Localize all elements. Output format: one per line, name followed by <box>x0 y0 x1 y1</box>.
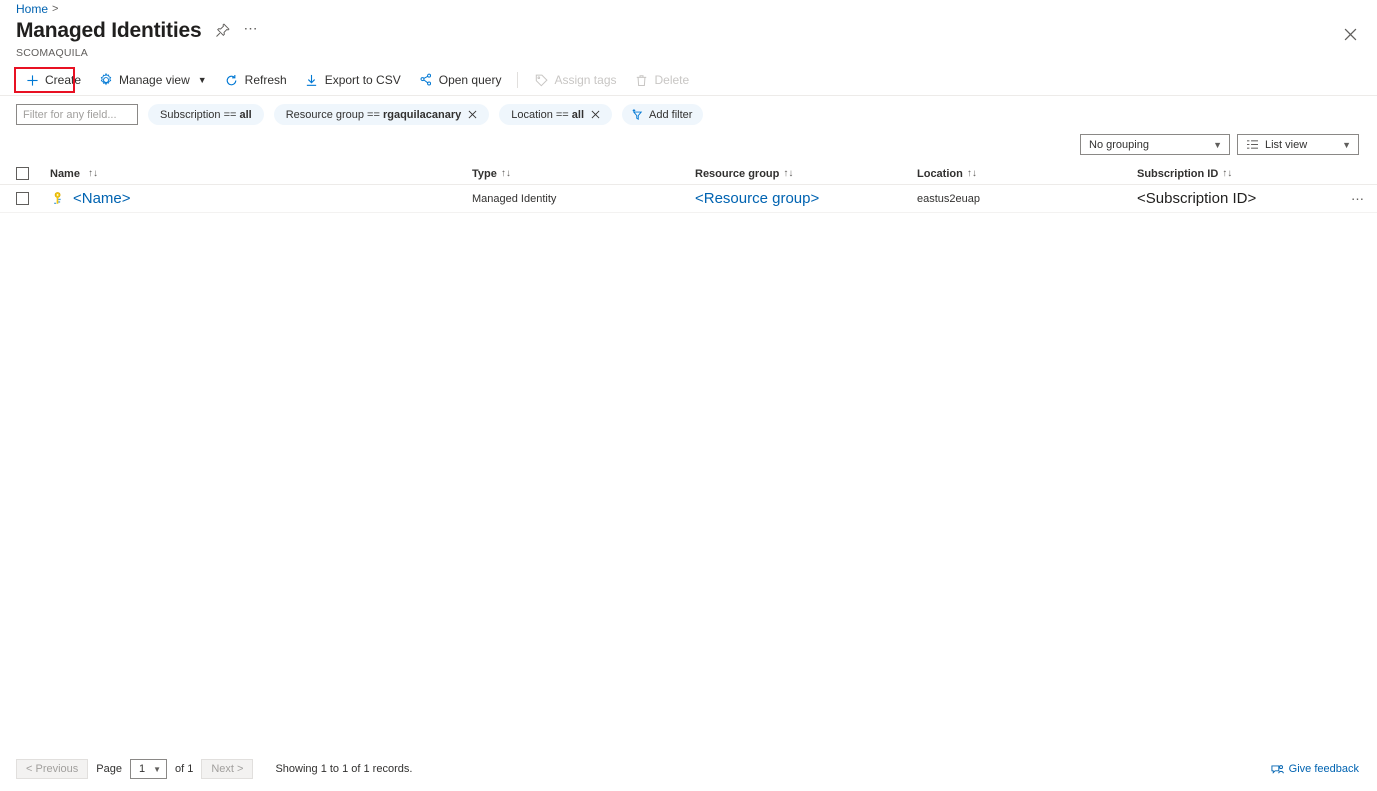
column-header-type[interactable]: Type ↑↓ <box>472 168 695 180</box>
assign-tags-button: Assign tags <box>525 70 625 90</box>
pagination-controls: < Previous Page 1 ▼ of 1 Next > Showing … <box>16 759 412 779</box>
page-subtitle: SCOMAQUILA <box>16 47 89 59</box>
column-header-name[interactable]: Name ↑↓ <box>16 167 472 180</box>
chevron-down-icon: ▼ <box>153 764 161 774</box>
give-feedback-label: Give feedback <box>1288 763 1359 775</box>
managed-identities-blade: Home > Managed Identities ⋯ SCOMAQUILA C… <box>0 0 1377 791</box>
refresh-icon <box>225 73 239 87</box>
create-button[interactable]: Create <box>16 70 90 90</box>
records-summary: Showing 1 to 1 of 1 records. <box>275 763 413 775</box>
filter-bar: Subscription == all Resource group == rg… <box>16 104 704 125</box>
toolbar-divider <box>517 72 519 88</box>
command-bar: Create Manage view ▼ Refresh Export to C… <box>0 68 1377 92</box>
more-ellipsis-icon[interactable]: ⋯ <box>243 21 258 41</box>
table-header-row: Name ↑↓ Type ↑↓ Resource group ↑↓ Locati… <box>0 163 1377 185</box>
column-header-subscription-id[interactable]: Subscription ID ↑↓ <box>1137 168 1377 180</box>
next-page-button: Next > <box>201 759 254 779</box>
refresh-label: Refresh <box>244 73 287 87</box>
filter-pill-subscription[interactable]: Subscription == all <box>148 104 264 125</box>
add-filter-label: Add filter <box>649 108 693 121</box>
page-number-select[interactable]: 1 ▼ <box>129 759 167 779</box>
page-label: Page <box>96 763 122 775</box>
resource-table: Name ↑↓ Type ↑↓ Resource group ↑↓ Locati… <box>0 163 1377 213</box>
previous-page-button: < Previous <box>16 759 89 779</box>
breadcrumb: Home > <box>16 2 58 16</box>
query-graph-icon <box>419 73 433 87</box>
list-view-icon <box>1246 139 1259 150</box>
row-resource-group-link[interactable]: <Resource group> <box>695 190 819 207</box>
chevron-down-icon: ▼ <box>1213 139 1222 150</box>
give-feedback-link[interactable]: Give feedback <box>1271 763 1359 776</box>
close-icon[interactable] <box>1341 25 1359 43</box>
add-filter-funnel-icon <box>631 108 644 121</box>
sort-arrows-icon: ↑↓ <box>966 168 977 179</box>
plus-icon <box>25 73 39 87</box>
chevron-down-icon: ▼ <box>1342 139 1351 150</box>
list-view-select[interactable]: List view ▼ <box>1237 134 1359 155</box>
create-label: Create <box>45 73 82 87</box>
table-row[interactable]: <Name> Managed Identity <Resource group>… <box>0 185 1377 213</box>
tag-icon <box>534 73 548 87</box>
view-controls: No grouping ▼ List view ▼ <box>1080 134 1359 155</box>
row-type: Managed Identity <box>472 192 557 205</box>
export-to-csv-label: Export to CSV <box>324 73 401 87</box>
search-input[interactable] <box>16 104 138 125</box>
filter-pill-subscription-text: Subscription == all <box>160 108 252 121</box>
pin-icon[interactable] <box>213 22 231 40</box>
manage-view-button[interactable]: Manage view ▼ <box>90 70 216 90</box>
manage-view-label: Manage view <box>119 73 190 87</box>
open-query-label: Open query <box>438 73 502 87</box>
list-view-select-value: List view <box>1265 138 1308 151</box>
download-icon <box>305 73 319 87</box>
column-header-resource-group-label: Resource group <box>695 167 780 180</box>
grouping-select-value: No grouping <box>1089 138 1149 151</box>
page-title: Managed Identities <box>16 19 202 42</box>
add-filter-button[interactable]: Add filter <box>622 104 704 125</box>
column-header-location-label: Location <box>917 167 963 180</box>
select-all-checkbox[interactable] <box>16 167 29 180</box>
delete-label: Delete <box>654 73 690 87</box>
toolbar-bottom-rule <box>0 95 1377 96</box>
sort-arrows-icon: ↑↓ <box>500 168 511 179</box>
row-location: eastus2euap <box>917 192 980 205</box>
column-header-type-label: Type <box>472 167 497 180</box>
delete-button: Delete <box>626 70 699 90</box>
filter-pill-resource-group[interactable]: Resource group == rgaquilacanary <box>273 104 490 125</box>
column-header-name-label: Name <box>50 167 80 180</box>
sort-arrows-icon: ↑↓ <box>87 168 98 179</box>
filter-pill-location-text: Location == all <box>511 108 585 121</box>
table-footer: < Previous Page 1 ▼ of 1 Next > Showing … <box>0 759 1377 779</box>
refresh-button[interactable]: Refresh <box>216 70 296 90</box>
title-row: Managed Identities ⋯ <box>16 20 258 41</box>
page-total-label: of 1 <box>174 763 194 775</box>
open-query-button[interactable]: Open query <box>410 70 511 90</box>
filter-pill-location-remove-icon[interactable] <box>591 110 600 119</box>
chevron-down-icon: ▼ <box>197 75 207 85</box>
grouping-select[interactable]: No grouping ▼ <box>1080 134 1230 155</box>
sort-arrows-icon: ↑↓ <box>1222 168 1233 179</box>
feedback-person-icon <box>1271 763 1284 776</box>
column-header-subscription-id-label: Subscription ID <box>1137 167 1219 180</box>
breadcrumb-home[interactable]: Home <box>16 2 48 16</box>
breadcrumb-separator-icon: > <box>52 3 59 15</box>
column-header-resource-group[interactable]: Resource group ↑↓ <box>695 168 917 180</box>
row-name-link[interactable]: <Name> <box>73 190 131 207</box>
sort-arrows-icon: ↑↓ <box>783 168 794 179</box>
managed-identity-key-icon <box>50 191 65 206</box>
column-header-location[interactable]: Location ↑↓ <box>917 168 1137 180</box>
assign-tags-label: Assign tags <box>554 73 617 87</box>
row-context-menu-icon[interactable]: ⋯ <box>1351 192 1365 205</box>
trash-icon <box>635 73 649 87</box>
filter-pill-resource-group-text: Resource group == rgaquilacanary <box>285 108 462 121</box>
filter-pill-location[interactable]: Location == all <box>499 104 613 125</box>
row-select-checkbox[interactable] <box>16 192 29 205</box>
page-number-value: 1 <box>138 763 146 775</box>
gear-icon <box>99 73 113 87</box>
filter-pill-resource-group-remove-icon[interactable] <box>468 110 477 119</box>
export-to-csv-button[interactable]: Export to CSV <box>296 70 410 90</box>
row-subscription-id: <Subscription ID> <box>1137 190 1257 207</box>
